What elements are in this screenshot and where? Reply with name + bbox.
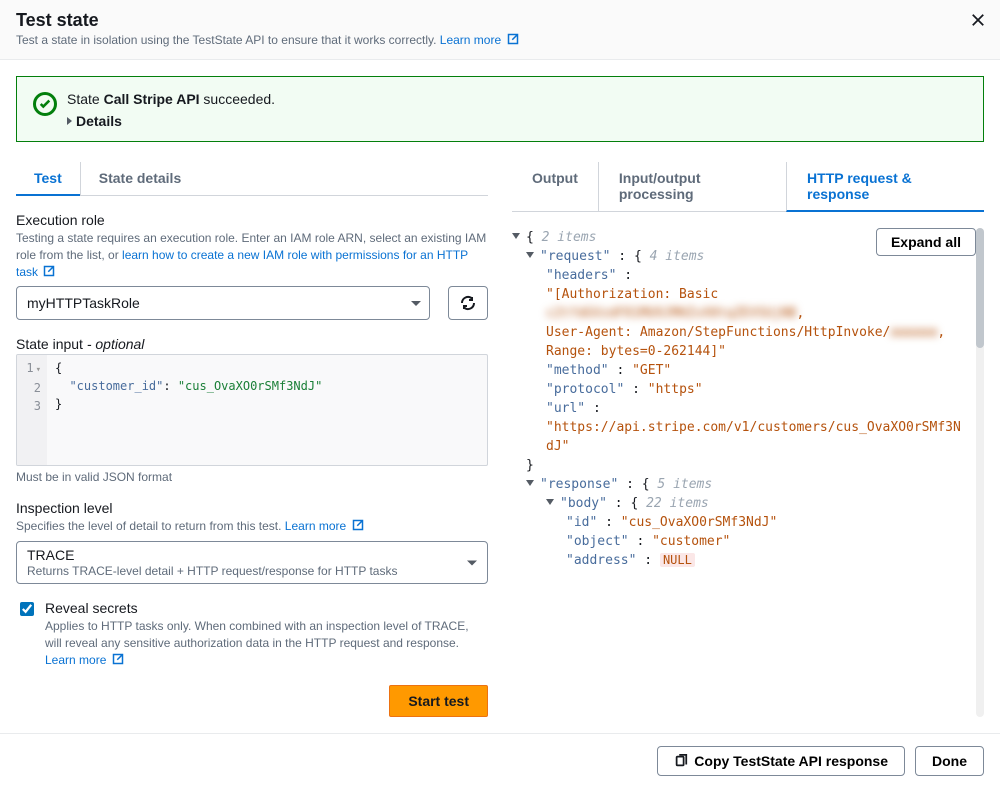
close-icon: [971, 13, 985, 27]
copy-icon: [674, 754, 688, 768]
state-input-section: State input - optional 1▾ 2 3 { "custome…: [16, 336, 488, 484]
tab-state-details[interactable]: State details: [80, 162, 199, 195]
external-link-icon: [352, 519, 364, 531]
done-button[interactable]: Done: [915, 746, 984, 776]
scrollbar-thumb[interactable]: [976, 228, 984, 348]
state-input-hint: Must be in valid JSON format: [16, 470, 488, 484]
inspection-learn-more-link[interactable]: Learn more: [285, 519, 364, 533]
expand-all-button[interactable]: Expand all: [876, 228, 976, 256]
reveal-learn-more-link[interactable]: Learn more: [45, 653, 124, 667]
reveal-secrets-section: Reveal secrets Applies to HTTP tasks onl…: [16, 600, 488, 668]
toggle-icon[interactable]: [512, 233, 520, 239]
inspection-level-section: Inspection level Specifies the level of …: [16, 500, 488, 584]
execution-role-section: Execution role Testing a state requires …: [16, 212, 488, 320]
toggle-icon[interactable]: [526, 252, 534, 258]
execution-role-help: Testing a state requires an execution ro…: [16, 230, 488, 280]
dialog-subtitle: Test a state in isolation using the Test…: [16, 33, 984, 47]
details-toggle[interactable]: Details: [67, 113, 275, 129]
dialog-content: State Call Stripe API succeeded. Details…: [0, 60, 1000, 733]
execution-role-label: Execution role: [16, 212, 488, 228]
state-input-editor[interactable]: 1▾ 2 3 { "customer_id": "cus_OvaXO0rSMf3…: [16, 354, 488, 466]
scrollbar[interactable]: [976, 228, 984, 717]
inspection-level-desc: Returns TRACE-level detail + HTTP reques…: [27, 564, 459, 578]
reveal-secrets-checkbox[interactable]: [20, 602, 34, 616]
reveal-secrets-desc: Applies to HTTP tasks only. When combine…: [45, 618, 488, 668]
json-viewer[interactable]: { 2 items "request" : { 4 items "headers…: [512, 228, 970, 717]
tab-io-processing[interactable]: Input/output processing: [598, 162, 786, 211]
refresh-roles-button[interactable]: [448, 286, 488, 320]
execution-role-select[interactable]: myHTTPTaskRole: [16, 286, 430, 320]
copy-response-button[interactable]: Copy TestState API response: [657, 746, 905, 776]
left-tabs: Test State details: [16, 162, 488, 196]
external-link-icon: [43, 265, 55, 277]
success-message: State Call Stripe API succeeded.: [67, 91, 275, 107]
external-link-icon: [507, 33, 519, 45]
inspection-level-value: TRACE: [27, 547, 459, 563]
toggle-icon[interactable]: [526, 480, 534, 486]
success-banner: State Call Stripe API succeeded. Details: [16, 76, 984, 142]
refresh-icon: [460, 295, 476, 311]
chevron-down-icon: [411, 301, 421, 306]
tab-http[interactable]: HTTP request & response: [786, 162, 984, 212]
left-panel: Test State details Execution role Testin…: [16, 162, 488, 717]
reveal-secrets-title: Reveal secrets: [45, 600, 488, 616]
dialog-header: Test state Test a state in isolation usi…: [0, 0, 1000, 60]
learn-more-link[interactable]: Learn more: [440, 33, 519, 47]
close-button[interactable]: [968, 10, 988, 30]
right-panel: Output Input/output processing HTTP requ…: [512, 162, 984, 717]
dialog-footer: Copy TestState API response Done: [0, 733, 1000, 788]
tab-output[interactable]: Output: [512, 162, 598, 211]
chevron-down-icon: [467, 560, 477, 565]
right-tabs: Output Input/output processing HTTP requ…: [512, 162, 984, 212]
inspection-level-help: Specifies the level of detail to return …: [16, 518, 488, 535]
tab-test[interactable]: Test: [16, 162, 80, 196]
toggle-icon[interactable]: [546, 499, 554, 505]
inspection-level-label: Inspection level: [16, 500, 488, 516]
start-test-button[interactable]: Start test: [389, 685, 488, 717]
caret-right-icon: [67, 117, 72, 125]
execution-role-value: myHTTPTaskRole: [27, 295, 140, 311]
line-number-gutter: 1▾ 2 3: [17, 355, 47, 465]
success-icon: [33, 92, 57, 116]
external-link-icon: [112, 653, 124, 665]
inspection-level-select[interactable]: TRACE Returns TRACE-level detail + HTTP …: [16, 541, 488, 584]
state-input-label: State input - optional: [16, 336, 488, 352]
dialog-title: Test state: [16, 10, 984, 31]
